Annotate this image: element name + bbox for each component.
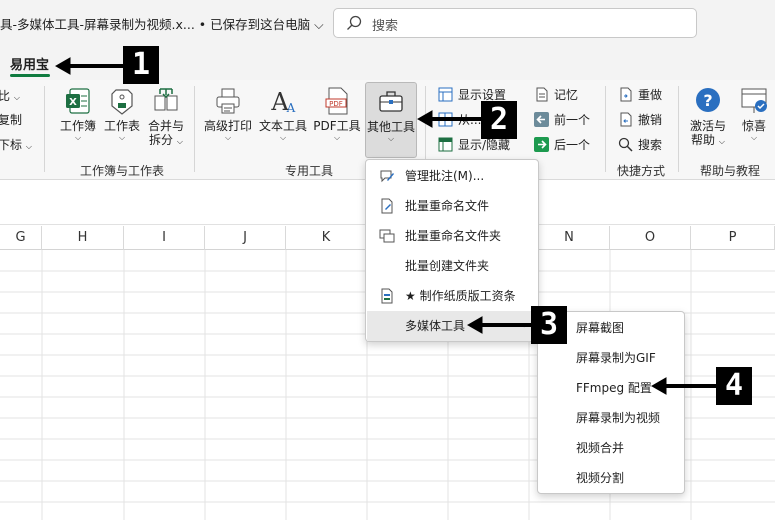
callout-badge-3: 3 bbox=[531, 306, 567, 344]
callout-badge-4: 4 bbox=[716, 367, 752, 405]
callout-badge-1: 1 bbox=[123, 46, 159, 84]
annotation-arrows bbox=[54, 57, 716, 395]
callout-badge-2: 2 bbox=[481, 101, 517, 139]
